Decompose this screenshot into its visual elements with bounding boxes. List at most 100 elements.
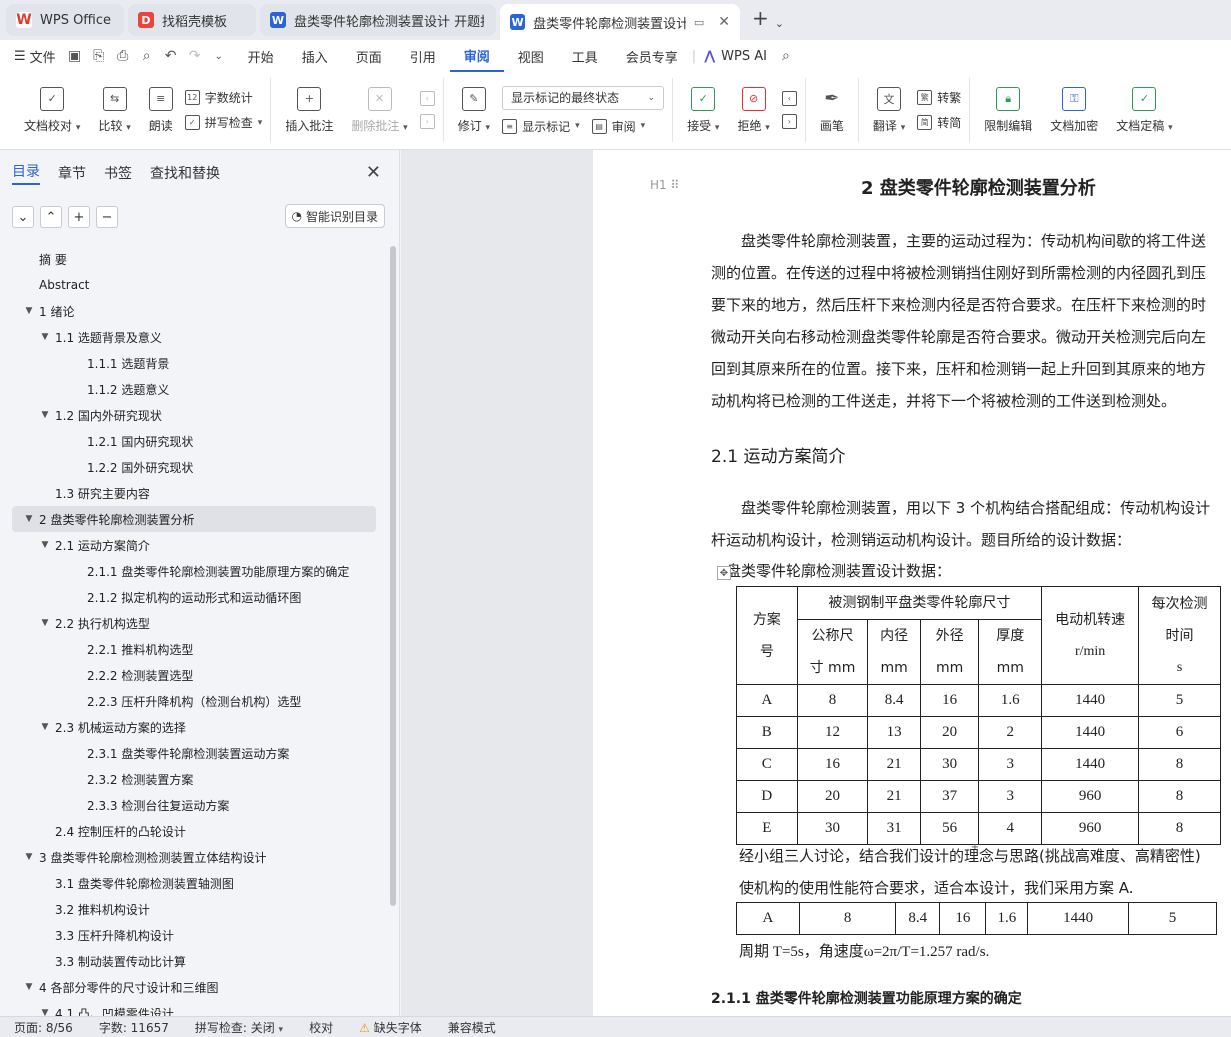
- tab-references[interactable]: 引用: [396, 40, 450, 72]
- tab-view[interactable]: 视图: [504, 40, 558, 72]
- to-traditional-button[interactable]: 繁 转繁: [917, 89, 961, 106]
- to-simplified-button[interactable]: 简 转简: [917, 114, 961, 131]
- save-icon[interactable]: ▣: [66, 47, 84, 65]
- pen-button[interactable]: ✒ 画笔: [814, 85, 850, 136]
- toc-item[interactable]: ▼ 2.3 机械运动方案的选择: [0, 714, 388, 740]
- collapse-all-button[interactable]: ⌄: [12, 206, 34, 228]
- toc-item[interactable]: 1.2.1 国内研究现状: [0, 428, 388, 454]
- smart-toc-button[interactable]: ◔ 智能识别目录: [284, 204, 385, 228]
- redo-icon[interactable]: ↷: [186, 47, 204, 65]
- add-heading-button[interactable]: +: [68, 206, 90, 228]
- tab-bookmarks[interactable]: 书签: [104, 163, 132, 183]
- caret-down-icon[interactable]: ▼: [38, 722, 52, 732]
- chevron-down-icon[interactable]: ⌄: [775, 17, 784, 30]
- new-tab-button[interactable]: +: [752, 6, 769, 30]
- tab-design-doc[interactable]: W 盘类零件轮廓检测装置设计 说 ▭ ✕: [500, 4, 740, 40]
- compare-button[interactable]: ⇆ 比较 ▾: [92, 85, 136, 136]
- toc-item[interactable]: 2.2.2 检测装置选型: [0, 662, 388, 688]
- toc-item[interactable]: 2.2.1 推料机构选型: [0, 636, 388, 662]
- caret-down-icon[interactable]: ▼: [22, 514, 36, 524]
- word-count-indicator[interactable]: 字数: 11657: [99, 1019, 169, 1036]
- accept-button[interactable]: ✓ 接受 ▾: [681, 85, 725, 136]
- tab-find-replace[interactable]: 查找和替换: [150, 163, 220, 183]
- toc-item[interactable]: ▼ 1 绪论: [0, 298, 388, 324]
- tab-review[interactable]: 审阅: [449, 40, 504, 72]
- toc-item[interactable]: 2.1.1 盘类零件轮廓检测装置功能原理方案的确定: [0, 558, 388, 584]
- toc-item[interactable]: 1.1.1 选题背景: [0, 350, 388, 376]
- toc-item[interactable]: 3.3 压杆升降机构设计: [0, 922, 388, 948]
- toc-item[interactable]: 3.3 制动装置传动比计算: [0, 948, 388, 974]
- scroll-thumb[interactable]: [390, 246, 396, 906]
- restrict-edit-button[interactable]: 🔒︎ 限制编辑: [978, 85, 1038, 136]
- close-icon[interactable]: ✕: [718, 14, 730, 30]
- print-icon[interactable]: ⎙: [114, 47, 132, 65]
- toc-item[interactable]: 1.1.2 选题意义: [0, 376, 388, 402]
- undo-icon[interactable]: ↶: [162, 47, 180, 65]
- export-icon[interactable]: ⎘: [90, 47, 108, 65]
- toc-item[interactable]: ▼ 4.1 凸、凹模零件设计: [0, 1000, 388, 1017]
- toc-item[interactable]: 1.3 研究主要内容: [0, 480, 388, 506]
- tab-wps-office[interactable]: W WPS Office: [6, 4, 124, 36]
- insert-comment-button[interactable]: + 插入批注: [279, 85, 339, 136]
- tab-sections[interactable]: 章节: [58, 163, 86, 183]
- toc-item[interactable]: 摘 要: [0, 246, 388, 272]
- word-count-button[interactable]: 12 字数统计: [184, 89, 263, 106]
- show-markup-button[interactable]: ≡ 显示标记 ▾: [502, 118, 580, 135]
- review-pane-button[interactable]: ▤ 审阅 ▾: [591, 118, 645, 135]
- tab-proposal-doc[interactable]: W 盘类零件轮廓检测装置设计 开题报告: [260, 4, 496, 36]
- delete-comment-button[interactable]: ✕ 删除批注 ▾: [345, 85, 413, 136]
- toc-item[interactable]: 1.2.2 国外研究现状: [0, 454, 388, 480]
- page-indicator[interactable]: 页面: 8/56: [14, 1019, 73, 1036]
- caret-down-icon[interactable]: ▼: [38, 410, 52, 420]
- chevron-down-icon[interactable]: ⌄: [210, 47, 228, 65]
- proofread-button[interactable]: 校对: [309, 1019, 333, 1036]
- toc-item[interactable]: ▼ 4 各部分零件的尺寸设计和三维图: [0, 974, 388, 1000]
- remove-heading-button[interactable]: −: [96, 206, 118, 228]
- toc-item[interactable]: ▼ 1.1 选题背景及意义: [0, 324, 388, 350]
- toc-item[interactable]: 2.3.2 检测装置方案: [0, 766, 388, 792]
- tab-home[interactable]: 开始: [234, 40, 288, 72]
- spell-check-button[interactable]: ✓ 拼写检查 ▾: [184, 114, 262, 131]
- print-preview-icon[interactable]: ⌕: [138, 47, 156, 65]
- encrypt-button[interactable]: ⚿ 文档加密: [1044, 85, 1104, 136]
- next-comment-button[interactable]: ›: [419, 114, 435, 129]
- caret-down-icon[interactable]: ▼: [38, 540, 52, 550]
- expand-up-button[interactable]: ⌃: [40, 206, 62, 228]
- toc-item[interactable]: ▼ 3 盘类零件轮廓检测检测装置立体结构设计: [0, 844, 388, 870]
- toc-item[interactable]: ▼ 1.2 国内外研究现状: [0, 402, 388, 428]
- revise-button[interactable]: ✎ 修订 ▾: [452, 85, 496, 136]
- toc-item[interactable]: 2.1.2 拟定机构的运动形式和运动循环图: [0, 584, 388, 610]
- toc-item[interactable]: 2.2.3 压杆升降机构（检测台机构）选型: [0, 688, 388, 714]
- search-icon[interactable]: ⌕: [777, 47, 795, 65]
- caret-down-icon[interactable]: ▼: [38, 1008, 52, 1016]
- document-page[interactable]: H1 ⠿ 2 盘类零件轮廓检测装置分析 盘类零件轮廓检测装置，主要的运动过程为：…: [593, 150, 1231, 1016]
- markup-state-select[interactable]: 显示标记的最终状态 ⌄: [502, 85, 665, 110]
- tab-tools[interactable]: 工具: [558, 40, 612, 72]
- toc-item[interactable]: ▼ 2.2 执行机构选型: [0, 610, 388, 636]
- tab-member[interactable]: 会员专享: [612, 40, 692, 72]
- tab-page[interactable]: 页面: [342, 40, 396, 72]
- spell-check-status[interactable]: 拼写检查: 关闭 ▾: [195, 1019, 283, 1036]
- previous-comment-button[interactable]: ‹: [419, 91, 435, 106]
- caret-down-icon[interactable]: ▼: [22, 306, 36, 316]
- toc-item[interactable]: 2.4 控制压杆的凸轮设计: [0, 818, 388, 844]
- tab-insert[interactable]: 插入: [288, 40, 342, 72]
- heading-marker[interactable]: H1 ⠿: [650, 178, 679, 192]
- toc-item[interactable]: 3.2 推料机构设计: [0, 896, 388, 922]
- tab-toc[interactable]: 目录: [12, 161, 40, 185]
- reject-button[interactable]: ⊘ 拒绝 ▾: [731, 85, 775, 136]
- doc-check-button[interactable]: ✓ 文档校对 ▾: [18, 85, 86, 136]
- caret-down-icon[interactable]: ▼: [38, 332, 52, 342]
- next-change-button[interactable]: ›: [781, 114, 797, 129]
- missing-font-indicator[interactable]: ⚠ 缺失字体: [359, 1019, 422, 1036]
- tab-docer-templates[interactable]: D 找稻壳模板: [128, 4, 256, 36]
- finalize-button[interactable]: ✓ 文档定稿 ▾: [1110, 85, 1178, 136]
- toc-item[interactable]: 2.3.1 盘类零件轮廓检测装置运动方案: [0, 740, 388, 766]
- caret-down-icon[interactable]: ▼: [22, 982, 36, 992]
- toc-item[interactable]: ▼ 2 盘类零件轮廓检测装置分析: [12, 506, 376, 532]
- read-aloud-button[interactable]: ≡ 朗读: [143, 85, 179, 136]
- caret-down-icon[interactable]: ▼: [38, 618, 52, 628]
- toc-item[interactable]: ▼ 2.1 运动方案简介: [0, 532, 388, 558]
- toc-scrollbar[interactable]: [390, 246, 396, 1016]
- translate-button[interactable]: 文 翻译 ▾: [867, 85, 911, 136]
